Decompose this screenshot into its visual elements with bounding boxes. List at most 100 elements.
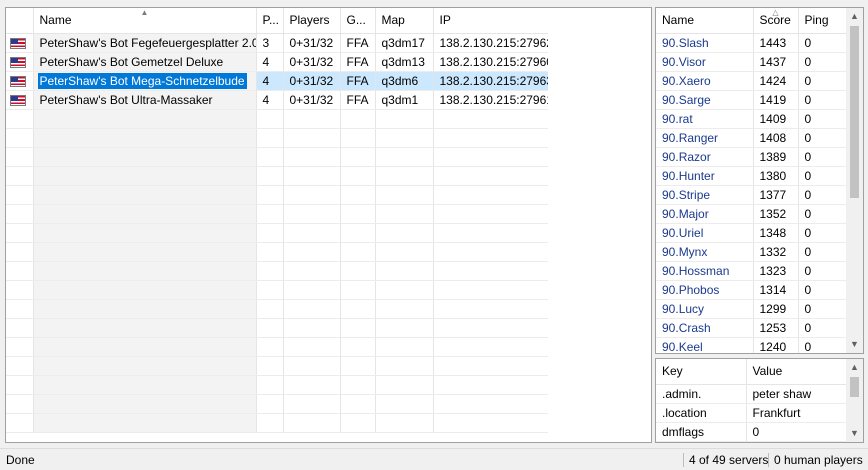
player-row[interactable]: 90.Xaero 1424 0 — [656, 71, 846, 91]
server-gametype: FFA — [339, 33, 375, 53]
server-ping: 4 — [255, 90, 283, 110]
server-name: PeterShaw's Bot Fegefeuergesplatter 2.0 — [32, 33, 256, 53]
rule-row[interactable]: dmflags 0 — [656, 422, 846, 442]
scroll-up-icon[interactable]: ▲ — [846, 8, 863, 25]
server-ping: 3 — [255, 33, 283, 53]
player-list[interactable]: Name △ Score Ping 90.Slash 1443 0 90.Visor 14… — [655, 7, 864, 354]
scroll-down-icon[interactable]: ▼ — [846, 425, 863, 442]
player-row[interactable]: 90.Visor 1437 0 — [656, 52, 846, 72]
server-players: 0+31/32 — [282, 52, 340, 72]
player-row[interactable]: 90.Phobos 1314 0 — [656, 280, 846, 300]
server-row[interactable]: PeterShaw's Bot Fegefeuergesplatter 2.0 3… — [6, 33, 548, 53]
player-ping: 0 — [797, 261, 846, 281]
player-row[interactable]: 90.Hunter 1380 0 — [656, 166, 846, 186]
player-col-name[interactable]: Name — [656, 8, 753, 34]
empty-row — [6, 128, 548, 148]
player-row[interactable]: 90.rat 1409 0 — [656, 109, 846, 129]
server-col-ping[interactable]: P... — [255, 8, 283, 34]
human-player-count: 0 human players — [768, 453, 863, 467]
player-name: 90.Razor — [656, 147, 753, 167]
player-score: 1323 — [752, 261, 798, 281]
player-ping: 0 — [797, 128, 846, 148]
us-flag-icon — [10, 37, 26, 49]
server-map: q3dm13 — [374, 52, 433, 72]
server-col-flag[interactable] — [6, 8, 33, 34]
player-row[interactable]: 90.Major 1352 0 — [656, 204, 846, 224]
server-col-map[interactable]: Map — [374, 8, 433, 34]
rule-row[interactable]: .location Frankfurt — [656, 403, 846, 423]
scroll-thumb[interactable] — [850, 26, 859, 198]
server-map: q3dm17 — [374, 33, 433, 53]
player-row[interactable]: 90.Sarge 1419 0 — [656, 90, 846, 110]
player-row[interactable]: 90.Slash 1443 0 — [656, 33, 846, 53]
player-ping: 0 — [797, 147, 846, 167]
rules-table: Key Value .admin. peter shaw .location Fran… — [656, 359, 846, 442]
player-score: 1389 — [752, 147, 798, 167]
player-ping: 0 — [797, 166, 846, 186]
server-row[interactable]: PeterShaw's Bot Mega-Schnetzelbude 4 0+31/… — [6, 71, 548, 91]
player-row[interactable]: 90.Stripe 1377 0 — [656, 185, 846, 205]
player-score: 1419 — [752, 90, 798, 110]
player-ping: 0 — [797, 71, 846, 91]
player-score: 1437 — [752, 52, 798, 72]
player-row[interactable]: 90.Mynx 1332 0 — [656, 242, 846, 262]
server-name: PeterShaw's Bot Gemetzel Deluxe — [32, 52, 256, 72]
empty-row — [6, 375, 548, 395]
server-gametype: FFA — [339, 52, 375, 72]
rules-header-row: Key Value — [656, 359, 846, 385]
player-score: 1332 — [752, 242, 798, 262]
server-gametype: FFA — [339, 71, 375, 91]
server-ping: 4 — [255, 71, 283, 91]
rules-col-value[interactable]: Value — [745, 359, 846, 385]
scroll-up-icon[interactable]: ▲ — [846, 359, 863, 376]
player-ping: 0 — [797, 90, 846, 110]
server-rules-list[interactable]: Key Value .admin. peter shaw .location Fran… — [655, 358, 864, 443]
player-ping: 0 — [797, 337, 846, 353]
empty-row — [6, 147, 548, 167]
server-ip: 138.2.130.215:27962 — [432, 33, 548, 53]
server-list[interactable]: ▲ Name P... Players G... Map IP PeterShaw… — [5, 7, 652, 443]
player-scrollbar[interactable]: ▲ ▼ — [846, 8, 863, 353]
rule-value: peter shaw — [745, 384, 846, 404]
player-row[interactable]: 90.Crash 1253 0 — [656, 318, 846, 338]
rules-col-key[interactable]: Key — [656, 359, 746, 385]
player-name: 90.Lucy — [656, 299, 753, 319]
server-col-gametype[interactable]: G... — [339, 8, 375, 34]
player-name: 90.rat — [656, 109, 753, 129]
player-name: 90.Mynx — [656, 242, 753, 262]
player-ping: 0 — [797, 33, 846, 53]
scroll-down-icon[interactable]: ▼ — [846, 336, 863, 353]
player-col-ping[interactable]: Ping — [797, 8, 846, 34]
rules-scrollbar[interactable]: ▲ ▼ — [846, 359, 863, 442]
player-row[interactable]: 90.Lucy 1299 0 — [656, 299, 846, 319]
server-row[interactable]: PeterShaw's Bot Gemetzel Deluxe 4 0+31/32 F… — [6, 52, 548, 72]
server-col-ip[interactable]: IP — [432, 8, 548, 34]
player-name: 90.Uriel — [656, 223, 753, 243]
server-header-row: ▲ Name P... Players G... Map IP — [6, 8, 548, 34]
player-name: 90.Ranger — [656, 128, 753, 148]
scroll-thumb[interactable] — [850, 377, 859, 397]
server-players: 0+31/32 — [282, 90, 340, 110]
player-name: 90.Visor — [656, 52, 753, 72]
empty-row — [6, 394, 548, 414]
server-ip: 138.2.130.215:27961 — [432, 90, 548, 110]
player-ping: 0 — [797, 318, 846, 338]
player-score: 1299 — [752, 299, 798, 319]
player-name: 90.Xaero — [656, 71, 753, 91]
player-row[interactable]: 90.Razor 1389 0 — [656, 147, 846, 167]
status-bar: Done 4 of 49 servers 0 human players — [0, 448, 868, 470]
server-col-name[interactable]: ▲ Name — [32, 8, 256, 34]
server-col-players[interactable]: Players — [282, 8, 340, 34]
player-col-score[interactable]: △ Score — [752, 8, 798, 34]
server-row[interactable]: PeterShaw's Bot Ultra-Massaker 4 0+31/32 FF… — [6, 90, 548, 110]
player-row[interactable]: 90.Ranger 1408 0 — [656, 128, 846, 148]
player-row[interactable]: 90.Keel 1240 0 — [656, 337, 846, 353]
player-row[interactable]: 90.Uriel 1348 0 — [656, 223, 846, 243]
player-score: 1377 — [752, 185, 798, 205]
player-row[interactable]: 90.Hossman 1323 0 — [656, 261, 846, 281]
empty-row — [6, 356, 548, 376]
rule-row[interactable]: .admin. peter shaw — [656, 384, 846, 404]
player-score: 1409 — [752, 109, 798, 129]
player-ping: 0 — [797, 223, 846, 243]
empty-row — [6, 185, 548, 205]
